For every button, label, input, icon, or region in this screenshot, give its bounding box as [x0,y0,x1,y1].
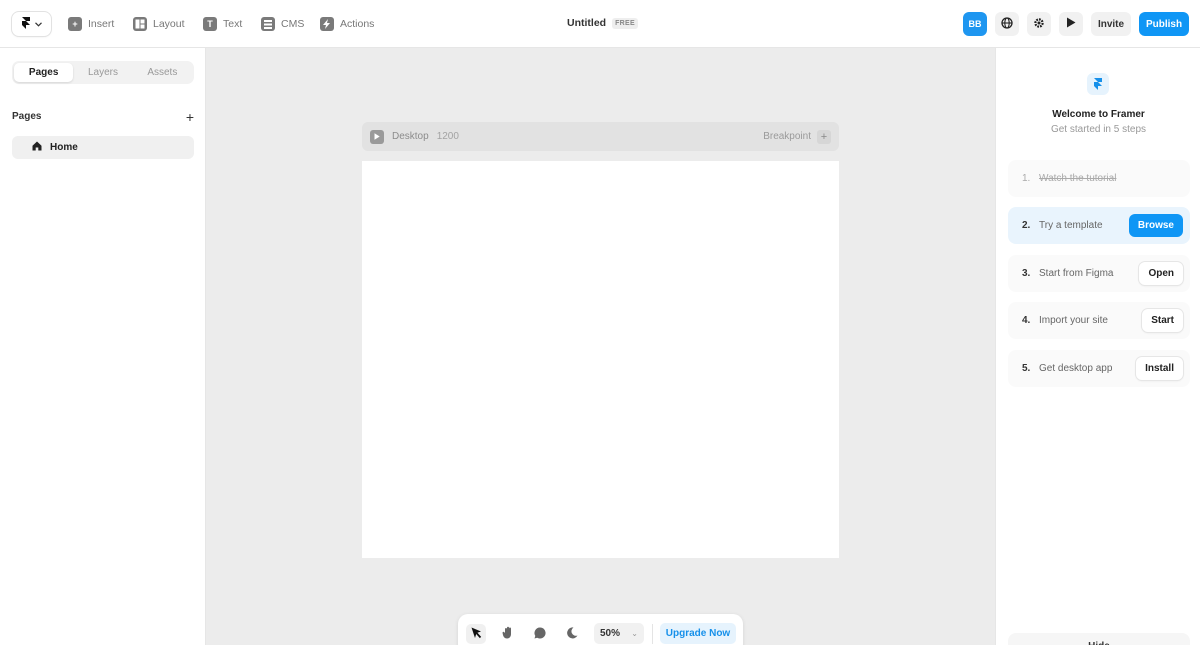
text-tool[interactable]: T Text [203,15,242,33]
panel-tabs: Pages Layers Assets [12,61,194,84]
layout-icon [133,17,147,31]
play-icon [1066,17,1076,31]
step-number: 1. [1022,173,1031,184]
start-button[interactable]: Start [1142,309,1183,332]
cms-icon [261,17,275,31]
page-item-label: Home [50,142,78,153]
text-icon: T [203,17,217,31]
upgrade-button[interactable]: Upgrade Now [660,623,736,644]
hide-button[interactable]: Hide [1008,633,1190,645]
chevron-down-icon [35,18,42,30]
toolbar-divider [652,624,653,644]
cms-tool[interactable]: CMS [261,15,304,33]
step-number: 4. [1022,315,1031,326]
right-sidebar: Welcome to Framer Get started in 5 steps… [995,48,1200,645]
moon-icon [566,626,578,642]
globe-icon [1001,16,1013,32]
plan-badge: FREE [612,17,638,29]
zoom-value: 50% [600,628,621,639]
add-page-icon[interactable]: + [186,110,194,124]
frame-name: Desktop [392,131,429,142]
plus-square-icon: + [68,17,82,31]
framer-logo-icon [21,16,31,32]
welcome-title: Welcome to Framer [1052,109,1145,120]
open-button[interactable]: Open [1139,262,1183,285]
welcome-subtitle: Get started in 5 steps [1050,124,1147,135]
frame-width: 1200 [436,131,459,142]
layout-label: Layout [153,18,185,30]
step-label: Watch the tutorial [1039,173,1117,184]
cursor-icon [471,627,482,642]
step-start-from-figma: 3. Start from Figma Open [1008,255,1190,292]
step-label: Get desktop app [1039,363,1113,374]
bolt-icon [320,17,334,31]
actions-label: Actions [340,18,375,30]
step-watch-tutorial[interactable]: 1. Watch the tutorial [1008,160,1190,197]
insert-label: Insert [88,18,115,30]
browse-button[interactable]: Browse [1128,214,1183,237]
breakpoint-label[interactable]: Breakpoint [763,131,811,142]
desktop-artboard[interactable] [362,161,839,558]
hand-icon [502,626,514,642]
hand-tool-button[interactable] [498,624,518,644]
actions-tool[interactable]: Actions [320,15,374,33]
top-toolbar: + Insert Layout T Text CMS Actions Untit… [0,0,1200,48]
layout-tool[interactable]: Layout [133,15,185,33]
home-icon [32,141,42,154]
step-try-template: 2. Try a template Browse [1008,207,1190,244]
step-label: Try a template [1039,220,1103,231]
cms-label: CMS [281,18,305,30]
step-label: Start from Figma [1039,268,1114,279]
frame-preview-icon[interactable] [370,129,384,144]
text-label: Text [223,18,243,30]
document-title[interactable]: Untitled [567,17,606,29]
zoom-select[interactable]: 50% ⌄ [594,623,644,644]
pages-section-title: Pages [12,111,42,122]
step-label: Import your site [1039,315,1108,326]
preview-button[interactable] [1059,12,1083,36]
framer-logo-icon [1087,73,1109,95]
document-title-area[interactable]: Untitled FREE [567,17,638,29]
insert-tool[interactable]: + Insert [68,15,114,33]
tab-layers[interactable]: Layers [73,63,132,82]
step-import-site: 4. Import your site Start [1008,302,1190,339]
select-tool-button[interactable] [466,624,486,644]
tab-assets[interactable]: Assets [133,63,192,82]
step-desktop-app: 5. Get desktop app Install [1008,350,1190,387]
settings-button[interactable] [1027,12,1051,36]
dark-mode-button[interactable] [562,624,582,644]
bottom-toolbar: 50% ⌄ Upgrade Now [458,614,743,645]
user-avatar[interactable]: BB [963,12,987,36]
gear-icon [1033,17,1045,32]
comment-tool-button[interactable] [530,624,550,644]
step-number: 3. [1022,268,1031,279]
publish-button[interactable]: Publish [1139,12,1189,36]
left-sidebar: Pages Layers Assets Pages + Home [0,48,206,645]
add-breakpoint-icon[interactable]: + [817,129,831,144]
site-settings-button[interactable] [995,12,1019,36]
framer-menu-button[interactable] [12,12,51,36]
pages-section-header: Pages + [12,110,194,124]
comment-icon [534,626,546,642]
install-button[interactable]: Install [1136,357,1183,380]
chevron-down-icon: ⌄ [631,629,638,638]
step-number: 2. [1022,220,1031,231]
frame-header[interactable]: Desktop 1200 Breakpoint + [362,122,839,151]
invite-button[interactable]: Invite [1091,12,1131,36]
step-number: 5. [1022,363,1031,374]
page-item-home[interactable]: Home [12,136,194,159]
tab-pages[interactable]: Pages [14,63,74,82]
